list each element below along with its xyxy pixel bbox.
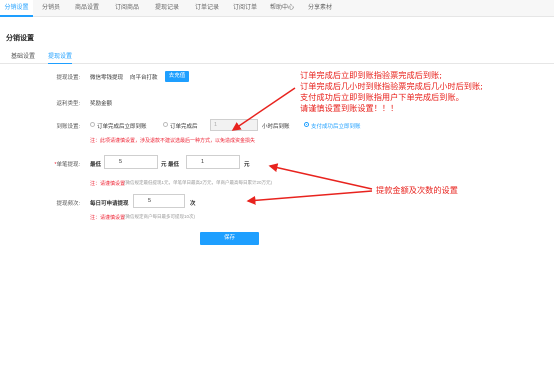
annotation-settle-line-4: 请谨慎设置到账设置！！！ <box>300 103 399 113</box>
settle-option-immediate: 订单完成后立即到账 <box>97 124 147 130</box>
radio-settle-delayed[interactable] <box>163 122 168 127</box>
settle-option-on-payment: 支付成功后立即到账 <box>311 124 361 130</box>
note-prefix-2: 注： <box>90 215 101 221</box>
settle-setting-label: 到账设置: <box>56 124 80 130</box>
radio-settle-immediate[interactable] <box>90 122 95 127</box>
settle-hours-suffix: 小时后到账 <box>262 124 290 130</box>
save-button[interactable]: 保存 <box>200 232 259 245</box>
tab-order-records[interactable]: 订单记录 <box>190 0 224 17</box>
note-prefix: 注： <box>90 181 101 187</box>
max-label: 元 最低 <box>161 162 180 168</box>
settle-hours-input[interactable]: 1 <box>210 119 258 131</box>
max-amount-input[interactable]: 1 <box>186 155 240 169</box>
recharge-button[interactable]: 去充值 <box>165 71 189 82</box>
single-withdraw-label: *单笔提现: <box>30 160 80 168</box>
arrow-to-single-withdraw <box>268 163 373 190</box>
single-withdraw-hint: (微信规定最低提现1元，单笔单日最高2万元，单商户最高每日累计20万元) <box>124 180 273 185</box>
min-label: 最低 <box>90 162 102 168</box>
arrow-to-withdraw-times <box>246 190 373 205</box>
rebate-type-value: 奖励金额 <box>90 101 113 107</box>
tab-product-settings[interactable]: 商品设置 <box>70 0 104 17</box>
option-wechat-change[interactable]: 微信零钱提现 <box>90 73 123 81</box>
top-nav: 分销设置 分销员 商品设置 订阅商品 提现记录 订单记录 订阅订单 帮助中心 分… <box>0 0 554 17</box>
withdraw-times-label: 提现频次: <box>56 201 80 207</box>
withdraw-times-note: 注：请谨慎设置 <box>90 214 125 221</box>
annotation-amount-note: 提款金额及次数的设置 <box>376 185 458 195</box>
note-careful-2: 请谨慎设置 <box>100 215 126 221</box>
tab-subscription-products[interactable]: 订阅商品 <box>110 0 144 17</box>
withdraw-times-hint: (微信规定商户每日最多可提现10次) <box>124 214 196 219</box>
settle-warning-note: 注：此项请谨慎设置，涉及退款不建议选最后一种方式，以免造成资金损失 <box>90 138 256 144</box>
subtab-basic-settings[interactable]: 基础设置 <box>11 51 35 64</box>
single-withdraw-note: 注：请谨慎设置 <box>90 180 125 187</box>
option-platform-transfer[interactable]: 向平台打款 <box>130 73 158 81</box>
page-title: 分销设置 <box>6 35 34 42</box>
withdraw-setting-label: 提现设置: <box>56 75 80 81</box>
withdraw-times-input[interactable]: 5 <box>133 194 185 208</box>
annotation-settle-line-2: 订单完成后几小时到账指验票完成后几小时后到账; <box>300 81 483 91</box>
amount-unit: 元 <box>244 162 250 168</box>
annotation-settle-line-3: 支付成功后立即到账指用户下单完成后到账。 <box>300 92 464 102</box>
tab-withdraw-records[interactable]: 提现记录 <box>150 0 184 17</box>
subtab-withdraw-settings[interactable]: 提现设置 <box>48 51 73 64</box>
single-withdraw-label-text: 单笔提现: <box>56 162 80 168</box>
withdraw-times-suffix: 次 <box>190 201 196 207</box>
min-amount-input[interactable]: 5 <box>104 155 158 169</box>
tab-subscription-orders[interactable]: 订阅订单 <box>228 0 262 17</box>
tab-distributors[interactable]: 分销员 <box>36 0 66 17</box>
tab-distribution-settings[interactable]: 分销设置 <box>0 0 33 17</box>
tab-help-center[interactable]: 帮助中心 <box>265 0 299 17</box>
note-careful: 请谨慎设置 <box>100 181 126 187</box>
rebate-type-label: 返利类型: <box>56 101 80 107</box>
annotation-settle-line-1: 订单完成后立即到账指验票完成后到账; <box>300 70 442 80</box>
tab-share-materials[interactable]: 分享素材 <box>303 0 337 17</box>
withdraw-times-prefix: 每日可申请提现 <box>90 201 129 207</box>
radio-settle-on-payment[interactable] <box>304 122 309 127</box>
settle-option-delayed: 订单完成后 <box>170 124 198 130</box>
sub-tabs: 基础设置 提现设置 <box>0 51 554 64</box>
